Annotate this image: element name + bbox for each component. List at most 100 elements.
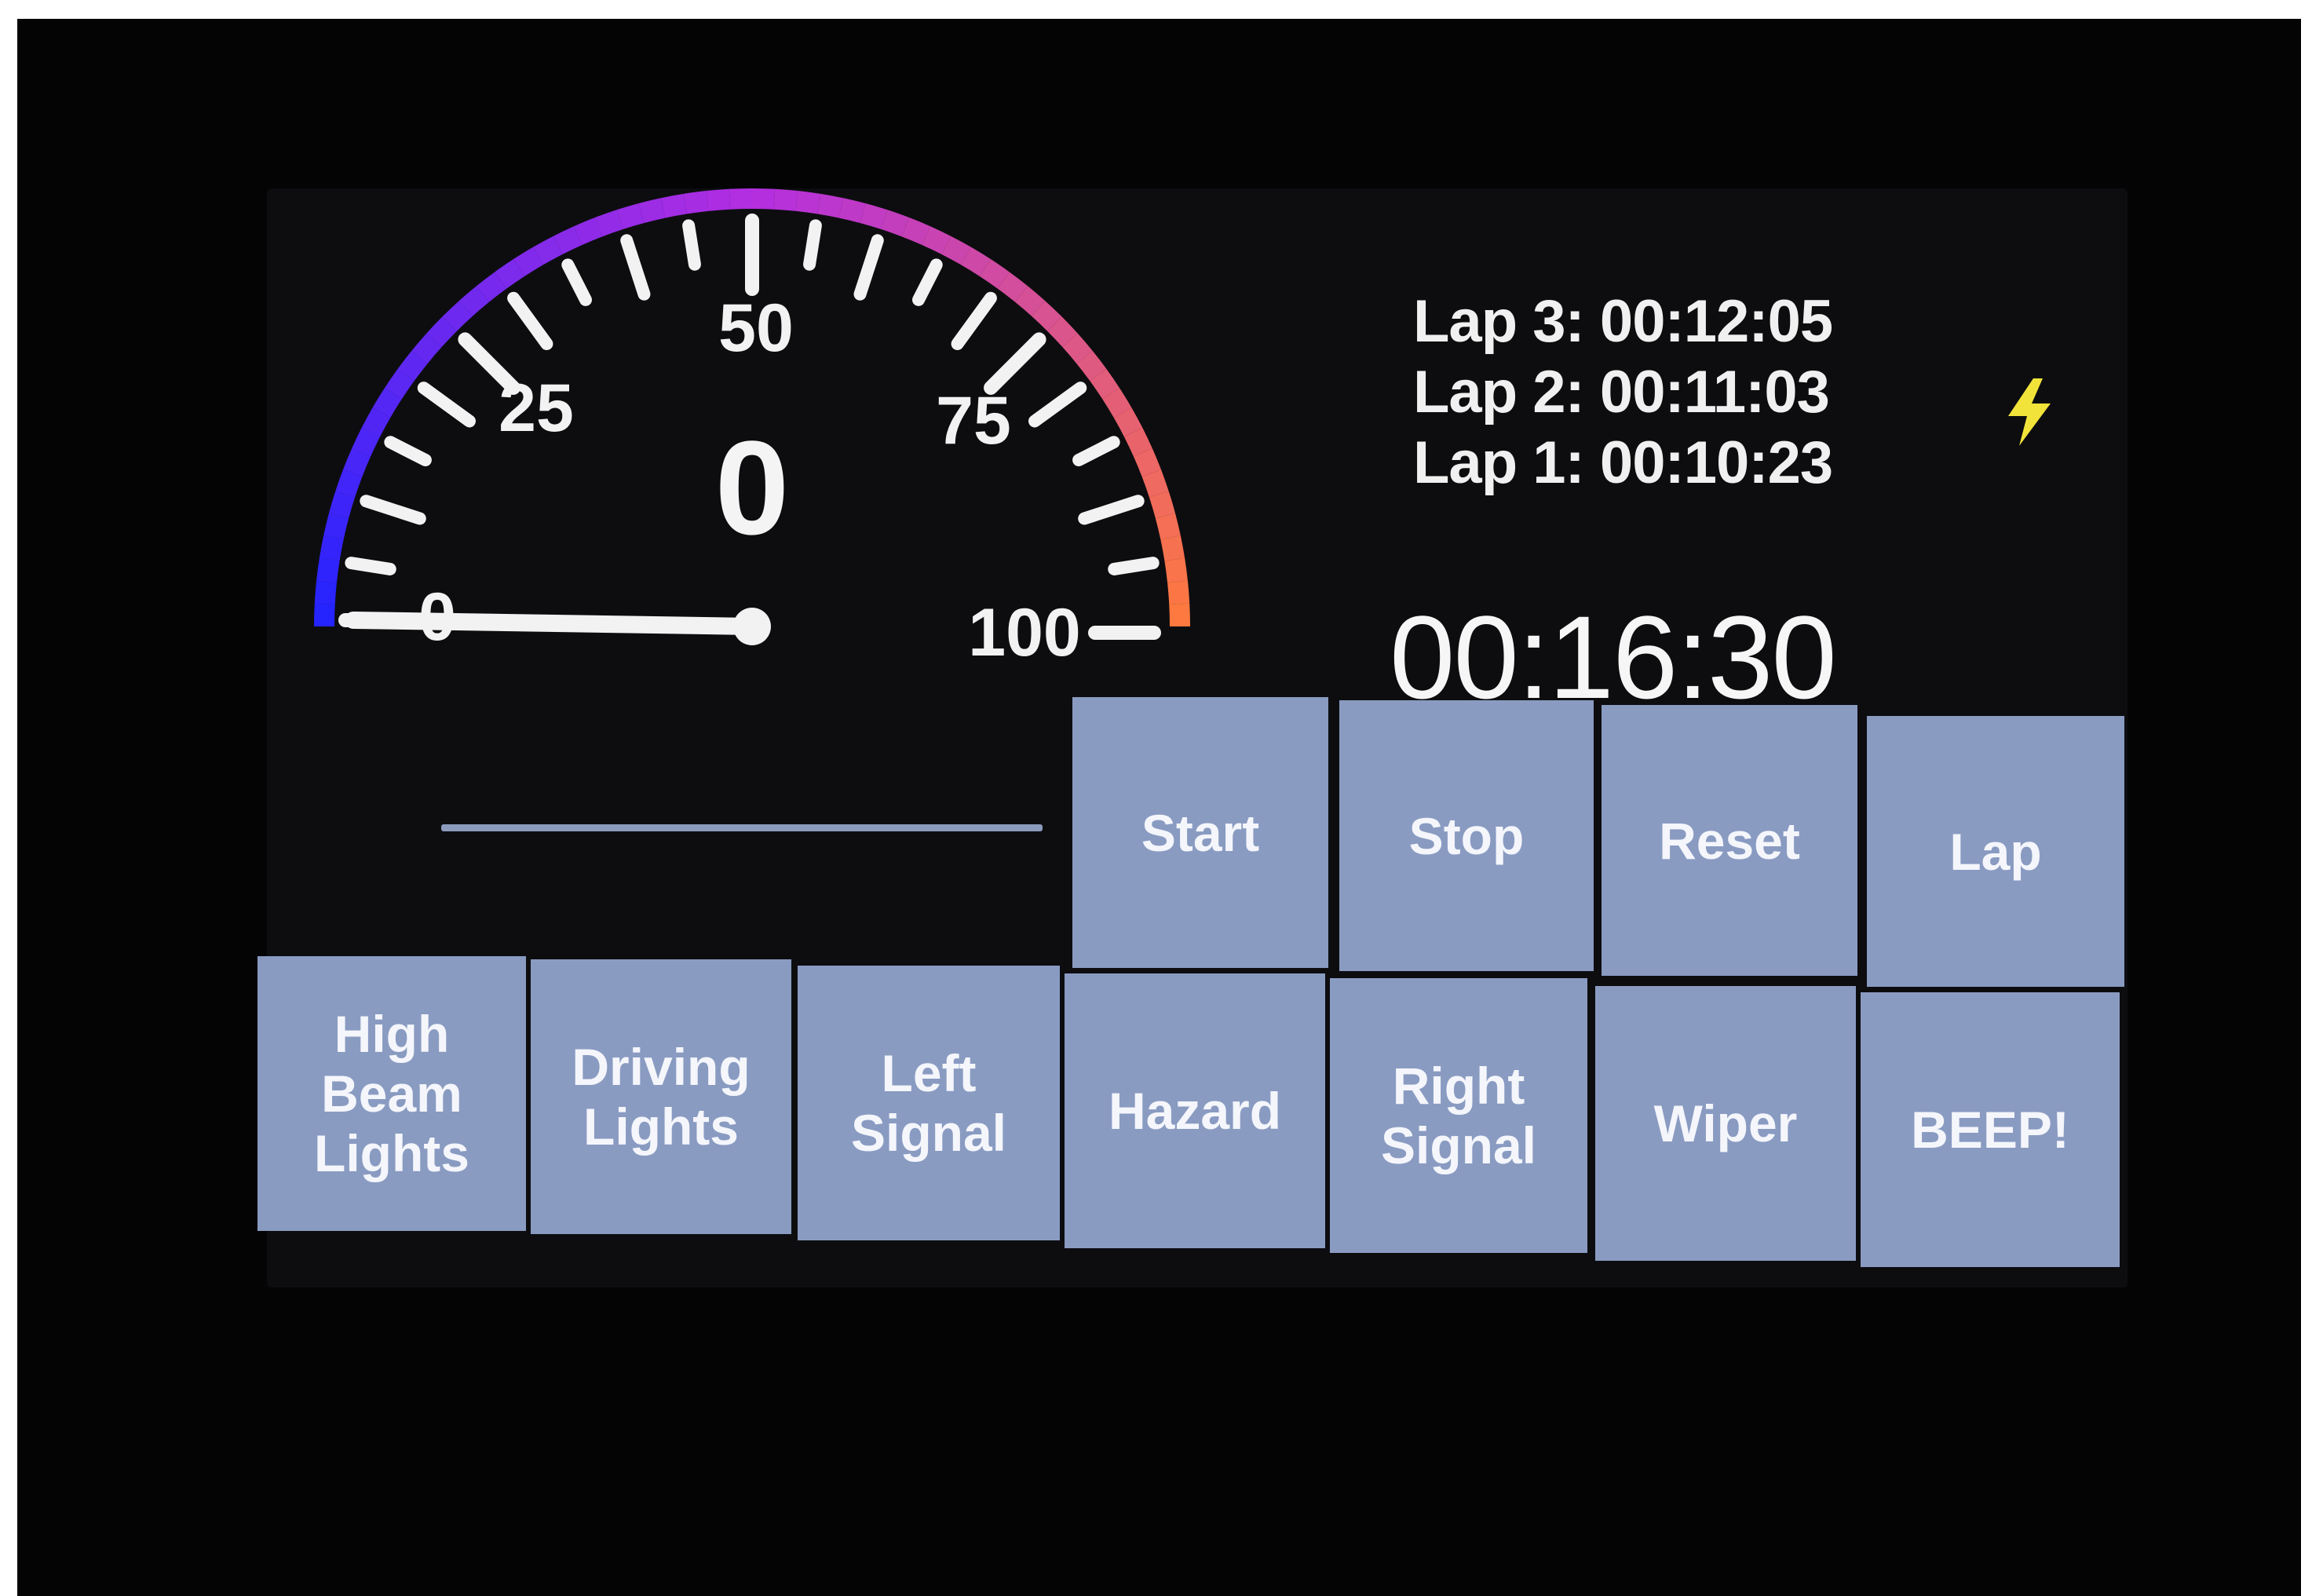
gauge-arc-segment bbox=[495, 259, 525, 289]
gauge-label-25: 25 bbox=[499, 371, 574, 446]
gauge-arc-segment bbox=[329, 491, 356, 519]
gauge-arc-segment bbox=[1014, 286, 1046, 316]
gauge-arc-segment bbox=[1155, 513, 1181, 540]
gauge-arc-segment bbox=[1062, 333, 1093, 364]
right-signal-button[interactable]: Right Signal bbox=[1330, 978, 1587, 1253]
gauge-tick bbox=[417, 382, 476, 428]
gauge-needle bbox=[345, 612, 761, 635]
gauge-arc-segment bbox=[595, 210, 623, 237]
gauge-arc-segment bbox=[901, 217, 930, 246]
gauge-arc-segment bbox=[352, 427, 381, 457]
gauge-tick bbox=[1028, 382, 1087, 428]
driving-lights-button[interactable]: Driving Lights bbox=[531, 959, 791, 1234]
wiper-button[interactable]: Wiper bbox=[1595, 986, 1856, 1261]
gauge-label-100: 100 bbox=[968, 595, 1081, 670]
gauge-tick bbox=[912, 258, 943, 306]
gauge-arc-segment bbox=[1141, 469, 1169, 498]
stop-button[interactable]: Stop bbox=[1339, 700, 1594, 971]
gauge-tick bbox=[1078, 495, 1145, 525]
gauge-arc-segment bbox=[343, 448, 371, 477]
gauge-arc-segment bbox=[1123, 427, 1152, 457]
gauge-arc-segment bbox=[574, 217, 603, 246]
gauge-arc-segment bbox=[638, 198, 666, 224]
gauge-arc-segment bbox=[1090, 369, 1119, 400]
needle-hub bbox=[733, 608, 771, 645]
gauge-arc-segment bbox=[385, 369, 415, 400]
lightning-bolt-icon bbox=[2008, 378, 2051, 446]
gauge-arc-segment bbox=[411, 333, 442, 364]
gauge-arc-segment bbox=[1164, 557, 1188, 583]
lap-time-3: Lap 3: 00:12:05 bbox=[1413, 288, 1833, 355]
gauge-arc-segment bbox=[314, 580, 337, 605]
gauge-arc-segment bbox=[1047, 316, 1078, 348]
gauge-arc-segment bbox=[922, 226, 951, 255]
lap-button[interactable]: Lap bbox=[1867, 716, 2124, 987]
high-beam-lights-button[interactable]: High Beam Lights bbox=[257, 956, 526, 1231]
gauge-arc-segment bbox=[941, 236, 971, 265]
gauge-tick bbox=[951, 291, 997, 350]
gauge-arc-segment bbox=[860, 203, 888, 230]
gauge-arc-segment bbox=[397, 350, 428, 382]
gauge-arc-segment bbox=[319, 535, 344, 561]
gauge-arc-segment bbox=[1031, 301, 1062, 331]
gauge-arc-segment bbox=[458, 286, 490, 316]
gauge-tick bbox=[1108, 557, 1160, 575]
gauge-arc-segment bbox=[323, 513, 349, 540]
gauge-arc-segment bbox=[316, 557, 340, 583]
gauge-arc-segment bbox=[706, 188, 731, 211]
gauge-baseline-bar bbox=[441, 824, 1043, 831]
gauge-arc-segment bbox=[838, 198, 866, 224]
gauge-arc-segment bbox=[660, 193, 687, 218]
gauge-tick bbox=[345, 557, 396, 575]
left-signal-button[interactable]: Left Signal bbox=[798, 966, 1060, 1240]
gauge-tick bbox=[620, 234, 651, 301]
gauge-arc-segment bbox=[683, 191, 709, 214]
gauge-tick bbox=[853, 234, 884, 301]
gauge-arc-segment bbox=[476, 272, 507, 302]
gauge-arc-segment bbox=[881, 210, 909, 237]
gauge-tick bbox=[360, 495, 426, 525]
lap-time-2: Lap 2: 00:11:03 bbox=[1413, 359, 1830, 425]
gauge-arc-segment bbox=[553, 226, 583, 255]
beep-button[interactable]: BEEP! bbox=[1861, 992, 2120, 1267]
gauge-tick bbox=[561, 258, 592, 306]
gauge-arc-segment bbox=[773, 188, 798, 211]
gauge-arc-segment bbox=[795, 191, 821, 214]
gauge-tick bbox=[984, 332, 1046, 395]
gauge-tick bbox=[507, 291, 553, 350]
hazard-button[interactable]: Hazard bbox=[1065, 973, 1325, 1248]
stopwatch-display: 00:16:30 bbox=[1390, 591, 1837, 723]
gauge-tick bbox=[803, 219, 822, 271]
gauge-arc-segment bbox=[361, 407, 391, 437]
gauge-arc-segment bbox=[616, 203, 645, 230]
gauge-arc-segment bbox=[1113, 407, 1143, 437]
gauge-label-50: 50 bbox=[718, 290, 794, 366]
speed-readout: 0 bbox=[714, 414, 790, 563]
gauge-arc-segment bbox=[817, 193, 844, 218]
gauge-arc-segment bbox=[960, 247, 991, 276]
gauge-arc-segment bbox=[314, 603, 335, 627]
gauge-arc-segment bbox=[372, 388, 402, 418]
gauge-arc-segment bbox=[1149, 491, 1175, 519]
reset-button[interactable]: Reset bbox=[1602, 705, 1857, 976]
gauge-arc-segment bbox=[533, 236, 563, 265]
gauge-arc-segment bbox=[997, 272, 1028, 302]
lap-time-1: Lap 1: 00:10:23 bbox=[1413, 429, 1833, 496]
gauge-arc-segment bbox=[1169, 603, 1190, 627]
gauge-tick bbox=[1072, 436, 1120, 466]
gauge-label-0: 0 bbox=[418, 579, 456, 655]
gauge-arc-segment bbox=[979, 259, 1010, 289]
gauge-arc-segment bbox=[513, 247, 544, 276]
gauge-tick bbox=[384, 436, 432, 466]
start-button[interactable]: Start bbox=[1072, 697, 1328, 968]
gauge-arc-segment bbox=[1167, 580, 1190, 605]
gauge-arc-segment bbox=[1102, 388, 1132, 418]
gauge-arc-segment bbox=[442, 301, 473, 331]
gauge-arc-segment bbox=[1076, 350, 1107, 382]
lap-times-list: Lap 3: 00:12:05 Lap 2: 00:11:03 Lap 1: 0… bbox=[1413, 287, 1833, 499]
gauge-arc-segment bbox=[426, 316, 457, 348]
gauge-arc-segment bbox=[1133, 448, 1161, 477]
gauge-label-75: 75 bbox=[936, 383, 1011, 458]
gauge-arc-segment bbox=[335, 469, 363, 498]
gauge-tick bbox=[682, 219, 701, 271]
